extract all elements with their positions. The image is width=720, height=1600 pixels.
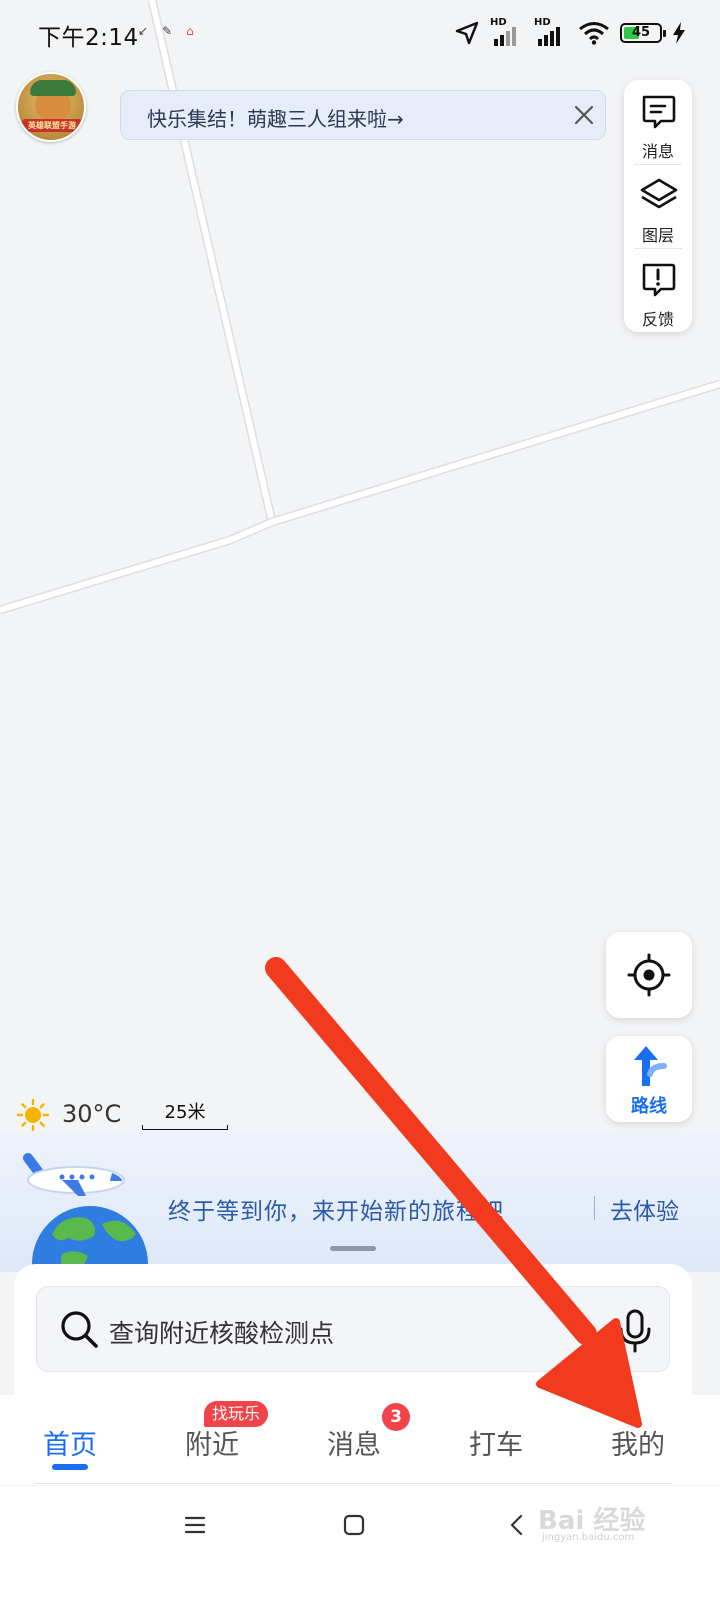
message-square-icon [642, 95, 676, 129]
cellular-signal-icon: HD [534, 17, 568, 46]
route-label: 路线 [631, 1096, 667, 1117]
try-it-link[interactable]: 去体验 [610, 1192, 679, 1226]
scale-label: 25米 [164, 1102, 206, 1123]
weather-temperature: 30°C [62, 1100, 122, 1128]
status-indicators: HD HD 45 [454, 17, 686, 46]
message-button[interactable]: 消息 [624, 82, 692, 164]
map-scale: 25米 [142, 1098, 228, 1130]
tab-home[interactable]: 首页 [20, 1423, 120, 1463]
baidu-watermark: Bai 经验 jingyan.baidu.com [538, 1490, 678, 1550]
signal-icon: ✎ [162, 24, 187, 38]
watermark-url: jingyan.baidu.com [542, 1532, 635, 1543]
sheet-drag-handle[interactable] [330, 1246, 376, 1251]
route-button[interactable]: 路线 [606, 1036, 692, 1122]
menu-icon[interactable] [184, 1514, 206, 1536]
back-icon[interactable] [506, 1514, 528, 1536]
crosshair-icon [627, 953, 671, 997]
banner-text: 快乐集结！萌趣三人组来啦→ [147, 107, 404, 131]
feedback-icon [642, 263, 676, 297]
locate-button[interactable] [606, 932, 692, 1018]
status-bar: 下午2:14 ↙✎⌂ HD HD 45 [0, 0, 720, 70]
close-icon[interactable] [573, 104, 595, 126]
cellular-signal-icon: HD [490, 17, 524, 46]
game-promo-avatar[interactable]: 英雄联盟手游 [16, 72, 86, 142]
feedback-label: 反馈 [641, 310, 674, 329]
airplane-icon [23, 1153, 125, 1196]
wifi-icon [579, 22, 609, 45]
message-label: 消息 [641, 142, 674, 161]
game-avatar-label: 英雄联盟手游 [28, 121, 76, 130]
nearby-tag: 找玩乐 [204, 1401, 269, 1427]
notification-icons: ↙✎⌂ [138, 24, 208, 38]
promo-strip[interactable]: 终于等到你，来开始新的旅程吧 去体验 [0, 1132, 720, 1274]
message-icon: ↙ [138, 24, 163, 38]
tab-taxi[interactable]: 打车 [446, 1423, 546, 1463]
search-input[interactable]: 查询附近核酸检测点 [36, 1286, 670, 1372]
microphone-icon[interactable] [617, 1309, 653, 1353]
battery-percent: 45 [631, 25, 651, 40]
layers-label: 图层 [641, 226, 674, 245]
charging-icon [673, 22, 685, 44]
tab-nearby[interactable]: 附近 [162, 1423, 262, 1463]
promo-banner[interactable]: 快乐集结！萌趣三人组来啦→ [120, 90, 606, 140]
active-tab-indicator [52, 1464, 88, 1470]
battery-icon: 45 [620, 23, 666, 43]
promo-text: 终于等到你，来开始新的旅程吧 [168, 1199, 504, 1225]
status-time: 下午2:14 [38, 25, 139, 51]
map-side-panel: 消息 图层 反馈 [624, 80, 692, 332]
app-icon: ⌂ [186, 24, 208, 38]
bottom-navigation: 首页 附近 消息 打车 我的 [0, 1395, 720, 1485]
search-icon [61, 1311, 98, 1348]
tab-mine[interactable]: 我的 [588, 1423, 688, 1463]
sun-icon [16, 1098, 50, 1132]
home-icon[interactable] [343, 1514, 365, 1536]
layers-icon [640, 178, 678, 209]
layers-button[interactable]: 图层 [624, 166, 692, 248]
route-arrow-icon [634, 1046, 667, 1086]
message-badge: 3 [382, 1403, 410, 1431]
location-arrow-icon [455, 21, 479, 45]
feedback-button[interactable]: 反馈 [624, 250, 692, 332]
search-placeholder: 查询附近核酸检测点 [109, 1319, 335, 1348]
